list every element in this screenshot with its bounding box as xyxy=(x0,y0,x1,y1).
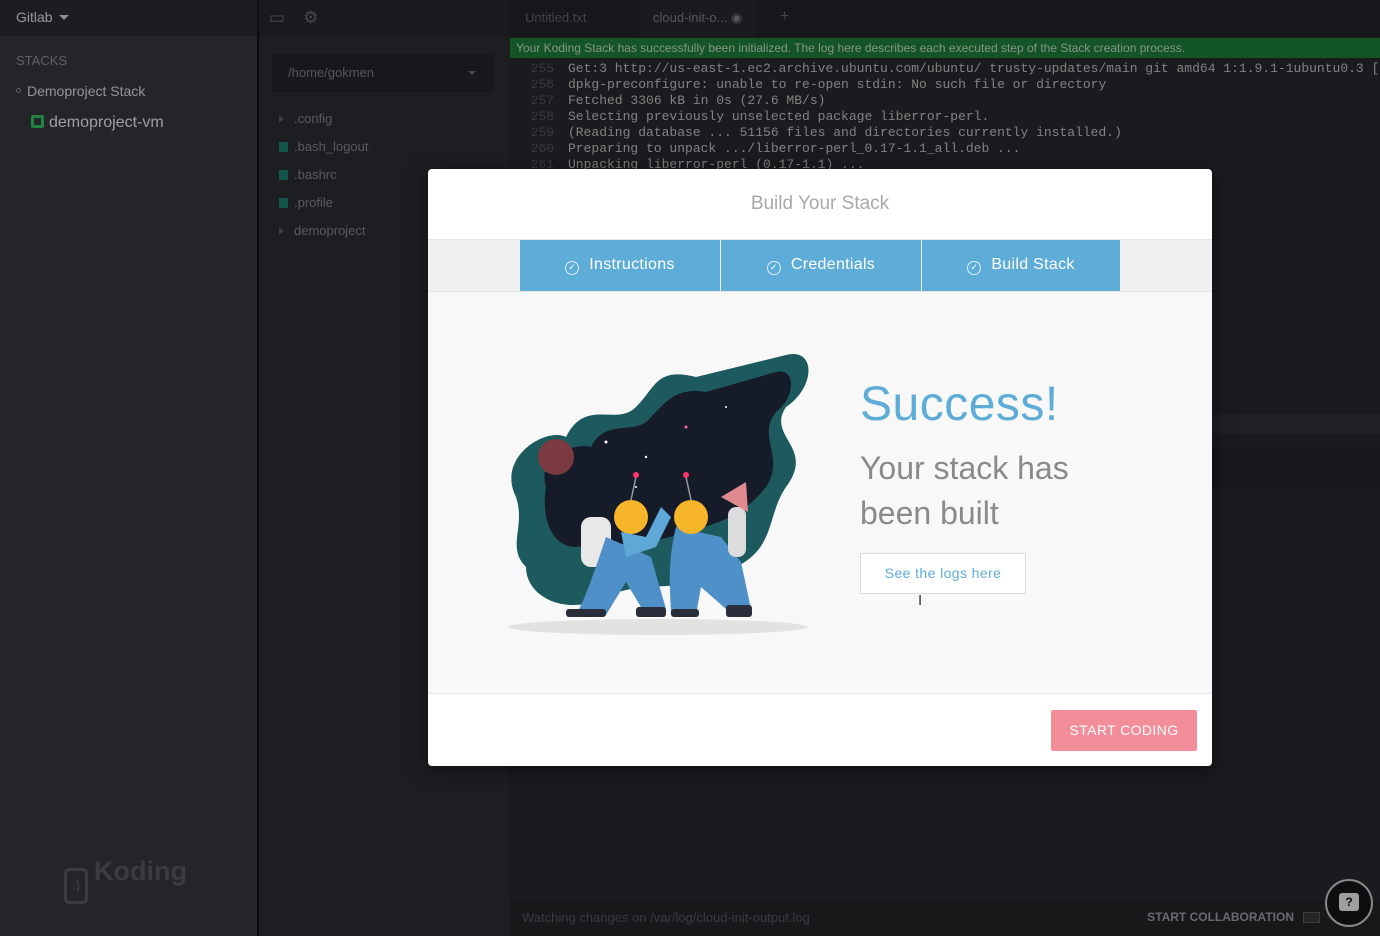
step-build-stack[interactable]: ✓ Build Stack xyxy=(922,240,1120,291)
check-circle-icon: ✓ xyxy=(967,261,982,275)
text-cursor-icon: I xyxy=(918,592,923,609)
step-label: Instructions xyxy=(589,256,675,273)
modal-title: Build Your Stack xyxy=(428,169,1212,240)
modal-body: Success! Your stack has been built See t… xyxy=(428,292,1212,694)
astronauts-illustration xyxy=(508,353,809,635)
check-circle-icon: ✓ xyxy=(565,261,580,275)
step-instructions[interactable]: ✓ Instructions xyxy=(520,240,720,291)
step-credentials[interactable]: ✓ Credentials xyxy=(721,240,921,291)
check-circle-icon: ✓ xyxy=(766,261,781,275)
step-label: Build Stack xyxy=(991,256,1075,273)
step-label: Credentials xyxy=(790,256,876,273)
see-logs-button[interactable]: See the logs here xyxy=(860,553,1026,594)
success-message: Your stack has been built xyxy=(860,450,1069,531)
step-bar: ✓ Instructions ✓ Credentials ✓ Build Stack xyxy=(428,240,1212,292)
build-stack-modal: Build Your Stack ✓ Instructions ✓ Credenti… xyxy=(428,169,1212,766)
success-heading: Success! xyxy=(860,378,1059,431)
start-coding-button[interactable]: START CODING xyxy=(1051,710,1197,751)
